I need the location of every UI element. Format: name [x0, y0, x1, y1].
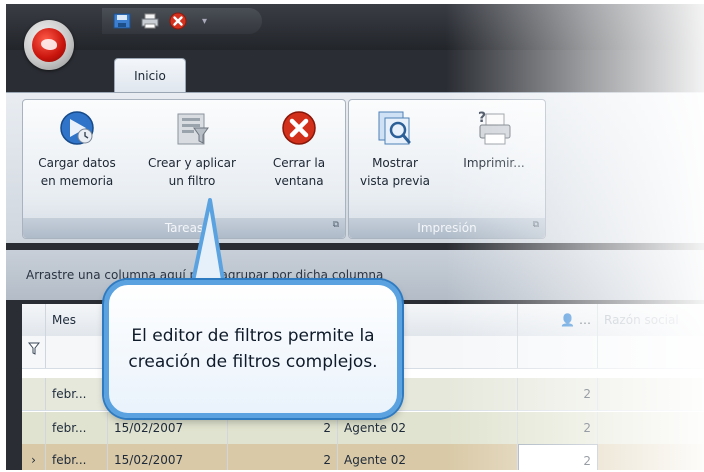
app-window: ▾ Inicio Cargar datos en memoria Crear y… — [6, 4, 704, 470]
callout-text: El editor de filtros permite la creación… — [128, 326, 378, 372]
tooltip-callout: El editor de filtros permite la creación… — [104, 280, 402, 418]
